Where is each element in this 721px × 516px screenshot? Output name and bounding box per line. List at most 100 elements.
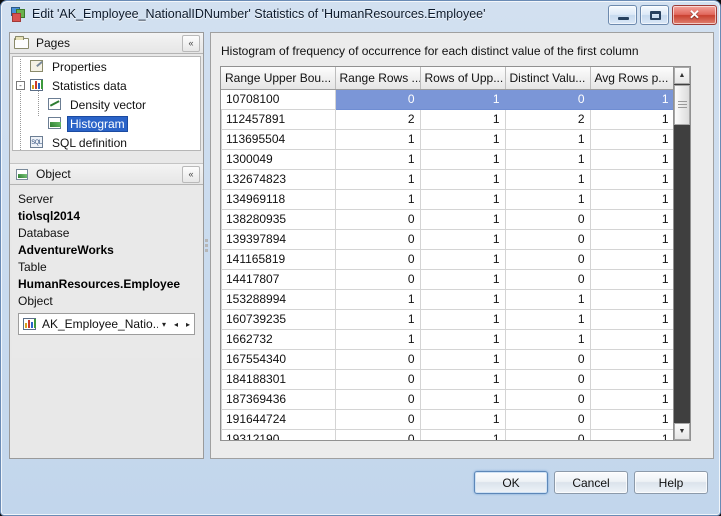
cell-value[interactable]: 1 [420,409,505,429]
cell-value[interactable]: 1 [590,189,674,209]
scroll-down-icon[interactable]: ▼ [674,423,690,440]
cell-value[interactable]: 0 [335,209,420,229]
cell-value[interactable]: 1 [420,249,505,269]
cell-value[interactable]: 1 [505,289,590,309]
cell-value[interactable]: 1 [590,169,674,189]
cell-value[interactable]: 0 [335,229,420,249]
cell-range-upper-bound[interactable]: 14417807 [221,269,335,289]
cell-value[interactable]: 0 [505,269,590,289]
cell-value[interactable]: 0 [505,369,590,389]
table-row[interactable]: 1675543400101 [221,349,674,369]
cell-value[interactable]: 1 [335,309,420,329]
cell-value[interactable]: 0 [335,429,420,441]
tree-expander-statistics-data[interactable]: - [16,81,25,90]
cell-value[interactable]: 1 [590,409,674,429]
pages-collapse-button[interactable]: « [182,35,200,52]
cell-value[interactable]: 0 [505,349,590,369]
column-header-range-rows[interactable]: Range Rows ... [335,67,420,89]
cell-range-upper-bound[interactable]: 19312190 [221,429,335,441]
cell-value[interactable]: 1 [590,149,674,169]
object-combo-box[interactable]: AK_Employee_Natio... ▾ ◂ ▸ [18,313,195,335]
table-row[interactable]: 1841883010101 [221,369,674,389]
cell-range-upper-bound[interactable]: 184188301 [221,369,335,389]
cell-range-upper-bound[interactable]: 134969118 [221,189,335,209]
cell-range-upper-bound[interactable]: 132674823 [221,169,335,189]
cell-value[interactable]: 1 [420,89,505,109]
cell-value[interactable]: 2 [335,109,420,129]
sidebar-splitter[interactable] [204,32,209,459]
cell-range-upper-bound[interactable]: 1300049 [221,149,335,169]
cell-value[interactable]: 0 [335,89,420,109]
cell-value[interactable]: 1 [590,229,674,249]
cell-value[interactable]: 1 [590,329,674,349]
cell-range-upper-bound[interactable]: 112457891 [221,109,335,129]
cell-value[interactable]: 1 [420,129,505,149]
ok-button[interactable]: OK [474,471,548,494]
column-header-range-upper-bound[interactable]: Range Upper Bou... [221,67,335,89]
cell-value[interactable]: 1 [590,109,674,129]
cell-range-upper-bound[interactable]: 113695504 [221,129,335,149]
cell-value[interactable]: 1 [335,129,420,149]
table-row[interactable]: 1411658190101 [221,249,674,269]
sidebar-item-density-vector[interactable]: Density vector [13,95,200,114]
cell-value[interactable]: 1 [335,149,420,169]
table-row[interactable]: 1349691181111 [221,189,674,209]
cell-range-upper-bound[interactable]: 141165819 [221,249,335,269]
cell-value[interactable]: 1 [420,329,505,349]
cell-value[interactable]: 0 [505,89,590,109]
table-row[interactable]: 1873694360101 [221,389,674,409]
cell-value[interactable]: 0 [505,249,590,269]
cell-value[interactable]: 1 [420,429,505,441]
cell-value[interactable]: 0 [505,229,590,249]
scroll-up-icon[interactable]: ▲ [674,67,690,84]
cell-value[interactable]: 1 [505,309,590,329]
cell-value[interactable]: 0 [335,249,420,269]
table-row[interactable]: 1326748231111 [221,169,674,189]
column-header-rows-of-upper-bound[interactable]: Rows of Upp... [420,67,505,89]
object-collapse-button[interactable]: « [182,166,200,183]
cell-value[interactable]: 1 [420,289,505,309]
table-row[interactable]: 1532889941111 [221,289,674,309]
cell-value[interactable]: 1 [420,209,505,229]
table-row[interactable]: 13000491111 [221,149,674,169]
cell-range-upper-bound[interactable]: 153288994 [221,289,335,309]
table-row[interactable]: 1607392351111 [221,309,674,329]
grid-vertical-scrollbar[interactable]: ▲ ▼ [673,67,690,440]
table-row[interactable]: 107081000101 [221,89,674,109]
table-row[interactable]: 193121900101 [221,429,674,441]
cell-value[interactable]: 1 [420,369,505,389]
table-row[interactable]: 1382809350101 [221,209,674,229]
cell-value[interactable]: 1 [505,189,590,209]
cell-value[interactable]: 1 [420,229,505,249]
cell-value[interactable]: 0 [505,429,590,441]
cell-value[interactable]: 1 [590,269,674,289]
table-row[interactable]: 1124578912121 [221,109,674,129]
cell-value[interactable]: 1 [335,189,420,209]
table-row[interactable]: 1916447240101 [221,409,674,429]
cell-range-upper-bound[interactable]: 160739235 [221,309,335,329]
sidebar-item-statistics-data[interactable]: - Statistics data [13,76,200,95]
next-object-icon[interactable]: ▸ [182,320,194,329]
cell-value[interactable]: 0 [335,369,420,389]
cell-value[interactable]: 1 [335,169,420,189]
cell-value[interactable]: 0 [505,389,590,409]
minimize-button[interactable] [608,5,637,25]
cell-value[interactable]: 1 [590,369,674,389]
table-row[interactable]: 16627321111 [221,329,674,349]
cell-value[interactable]: 1 [505,329,590,349]
cell-value[interactable]: 0 [505,409,590,429]
cell-value[interactable]: 1 [420,389,505,409]
cell-value[interactable]: 1 [420,189,505,209]
close-button[interactable]: ✕ [672,5,717,25]
cell-value[interactable]: 1 [590,349,674,369]
histogram-grid[interactable]: Range Upper Bou... Range Rows ... Rows o… [220,66,691,441]
table-row[interactable]: 1136955041111 [221,129,674,149]
cell-value[interactable]: 1 [505,129,590,149]
cell-range-upper-bound[interactable]: 10708100 [221,89,335,109]
cell-value[interactable]: 1 [420,309,505,329]
table-row[interactable]: 1393978940101 [221,229,674,249]
column-header-distinct-values[interactable]: Distinct Valu... [505,67,590,89]
cell-value[interactable]: 0 [335,389,420,409]
cell-value[interactable]: 1 [590,429,674,441]
cell-value[interactable]: 1 [335,289,420,309]
